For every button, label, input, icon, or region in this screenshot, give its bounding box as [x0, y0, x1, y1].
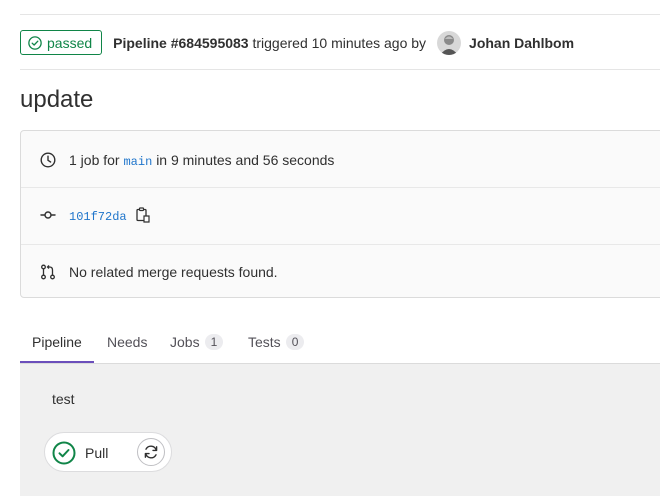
merge-request-icon [40, 264, 56, 280]
tab-label: Needs [107, 334, 148, 350]
top-divider [20, 14, 660, 15]
check-circle-icon [28, 35, 42, 50]
header-divider [20, 69, 660, 70]
pipeline-summary: Pipeline #684595083 triggered 10 minutes… [113, 35, 426, 51]
info-divider [21, 244, 660, 245]
pipeline-graph: test Pull [20, 364, 660, 496]
commit-icon [40, 207, 56, 223]
commit-row: 101f72da [21, 205, 660, 225]
clock-icon [40, 152, 56, 168]
copy-icon[interactable] [136, 207, 150, 226]
check-circle-icon [52, 441, 76, 470]
jobs-count-badge: 1 [204, 334, 224, 350]
author-name[interactable]: Johan Dahlbom [469, 35, 574, 51]
tab-label: Tests [248, 334, 281, 350]
triggered-text: triggered 10 minutes ago by [252, 34, 427, 51]
merge-request-text: No related merge requests found. [69, 264, 278, 280]
commit-sha-link[interactable]: 101f72da [69, 210, 127, 224]
duration-text: in 9 minutes and 56 seconds [156, 151, 335, 168]
page-title: update [20, 86, 94, 113]
retry-button[interactable] [137, 438, 165, 466]
pipeline-info-box: 1 job for main in 9 minutes and 56 secon… [20, 130, 660, 298]
tab-label: Pipeline [32, 333, 82, 350]
retry-icon [144, 445, 158, 459]
tab-tests[interactable]: Tests 0 [248, 322, 305, 362]
info-divider [21, 187, 660, 188]
pipeline-id: Pipeline #684595083 [113, 34, 249, 51]
tab-jobs[interactable]: Jobs 1 [170, 322, 224, 362]
commit-text: 101f72da [69, 207, 127, 224]
job-pill[interactable]: Pull [44, 432, 172, 472]
stage-name: test [52, 391, 75, 407]
status-badge[interactable]: passed [20, 30, 103, 55]
pipeline-tabs: Pipeline Needs Jobs 1 Tests 0 [20, 322, 660, 364]
job-duration-text: 1 job for main in 9 minutes and 56 secon… [69, 152, 334, 169]
job-count-text: 1 job for [69, 151, 120, 168]
tab-needs[interactable]: Needs [107, 322, 147, 362]
branch-link[interactable]: main [123, 155, 152, 169]
tab-pipeline[interactable]: Pipeline [20, 322, 94, 363]
job-duration-row: 1 job for main in 9 minutes and 56 secon… [21, 150, 660, 170]
status-badge-label: passed [47, 34, 93, 51]
tab-label: Jobs [170, 334, 200, 350]
avatar[interactable] [437, 30, 462, 55]
job-name: Pull [85, 445, 109, 461]
merge-request-row: No related merge requests found. [21, 262, 660, 282]
pipeline-header: passed Pipeline #684595083 triggered 10 … [20, 29, 574, 56]
tests-count-badge: 0 [285, 334, 305, 350]
